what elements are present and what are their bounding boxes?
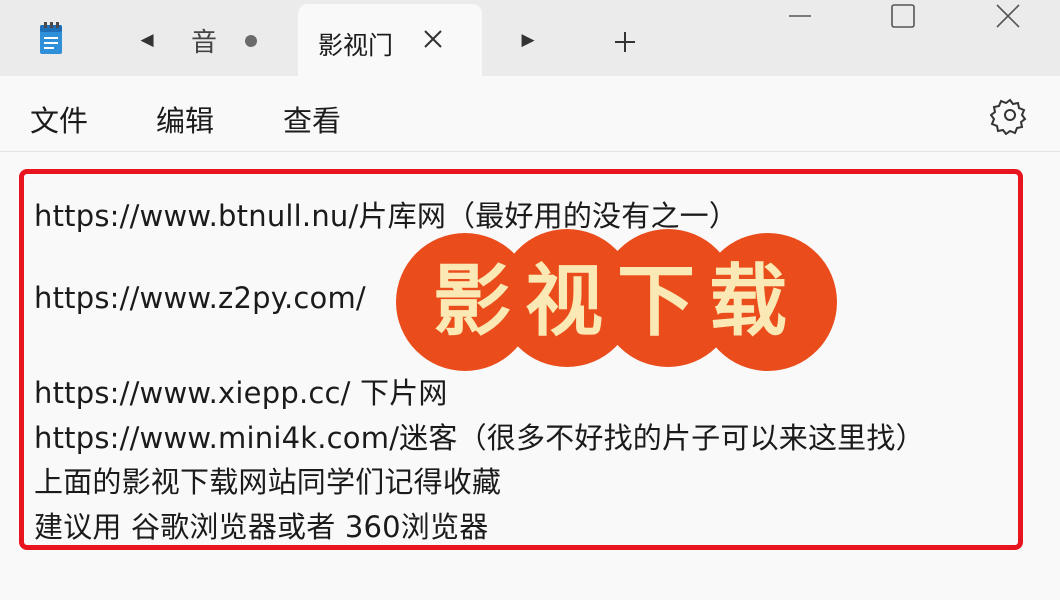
- menu-view[interactable]: 查看: [283, 98, 341, 140]
- gear-icon[interactable]: [990, 95, 1030, 135]
- triangle-right-icon[interactable]: ▶: [516, 28, 540, 52]
- tab-inactive-label[interactable]: 音: [191, 22, 217, 59]
- text-line-5: https://www.xiepp.cc/ 下片网: [34, 376, 448, 410]
- unsaved-dot-icon: [245, 35, 257, 47]
- text-line-3: https://www.z2py.com/: [34, 281, 366, 315]
- triangle-left-icon[interactable]: ◀: [135, 28, 159, 52]
- tab-active[interactable]: 影视门: [298, 4, 482, 76]
- overlay-title: 影视下载: [433, 256, 801, 347]
- menu-bar: 文件 编辑 查看: [0, 76, 1060, 152]
- minimize-icon[interactable]: [778, 0, 824, 36]
- text-line-7: 上面的影视下载网站同学们记得收藏: [34, 465, 502, 499]
- close-icon[interactable]: [985, 0, 1031, 36]
- tab-active-label: 影视门: [318, 31, 392, 60]
- text-editor[interactable]: https://www.btnull.nu/片库网（最好用的没有之一） http…: [0, 153, 1060, 600]
- title-bar: ◀ 音 影视门 ▶: [0, 0, 1060, 76]
- maximize-icon[interactable]: [880, 0, 926, 36]
- menu-file[interactable]: 文件: [30, 98, 88, 140]
- plus-icon[interactable]: [611, 28, 639, 56]
- notepad-icon: [40, 22, 62, 54]
- text-line-8: 建议用 谷歌浏览器或者 360浏览器: [34, 510, 489, 544]
- overlay-stamp: 影视下载: [396, 229, 837, 371]
- close-icon[interactable]: [418, 24, 448, 54]
- menu-edit[interactable]: 编辑: [156, 98, 214, 140]
- text-line-6: https://www.mini4k.com/迷客（很多不好找的片子可以来这里找…: [34, 421, 925, 455]
